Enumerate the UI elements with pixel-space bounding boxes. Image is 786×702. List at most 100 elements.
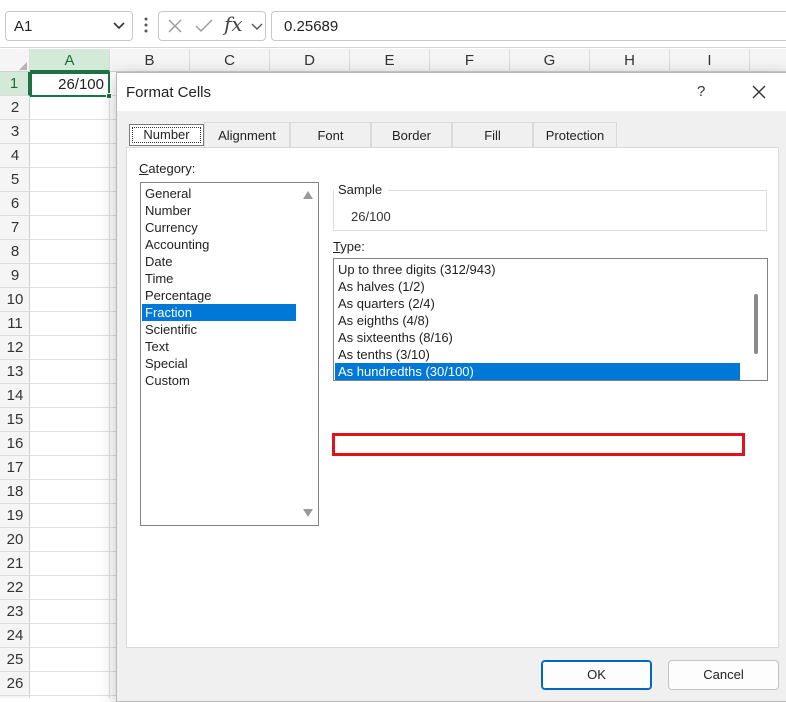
row-header-16[interactable]: 16 <box>0 432 30 456</box>
scroll-down-icon[interactable] <box>303 509 313 517</box>
column-header-a[interactable]: A <box>30 49 110 72</box>
category-item-special[interactable]: Special <box>142 355 296 372</box>
row-header-15[interactable]: 15 <box>0 408 30 432</box>
row-header-24[interactable]: 24 <box>0 624 30 648</box>
tab-alignment[interactable]: Alignment <box>204 122 290 148</box>
type-scrollbar[interactable] <box>747 259 767 380</box>
category-item-scientific[interactable]: Scientific <box>142 321 296 338</box>
category-item-accounting[interactable]: Accounting <box>142 236 296 253</box>
highlight-annotation-box <box>332 433 745 456</box>
formula-bar: A1 fx 0.25689 <box>0 0 786 48</box>
row-header-18[interactable]: 18 <box>0 480 30 504</box>
formula-value: 0.25689 <box>284 18 339 35</box>
category-scrollbar[interactable] <box>298 183 318 525</box>
tab-fill[interactable]: Fill <box>452 122 533 148</box>
type-item[interactable]: As quarters (2/4) <box>335 295 740 312</box>
type-item[interactable]: Up to three digits (312/943) <box>335 261 740 278</box>
tab-font[interactable]: Font <box>290 122 371 148</box>
row-header-26[interactable]: 26 <box>0 672 30 696</box>
name-box[interactable]: A1 <box>5 11 133 41</box>
fill-handle[interactable] <box>106 93 112 99</box>
type-item[interactable]: As halves (1/2) <box>335 278 740 295</box>
more-options-icon[interactable] <box>143 15 149 35</box>
select-all-corner[interactable] <box>0 49 30 72</box>
row-header-2[interactable]: 2 <box>0 96 30 120</box>
row-header-7[interactable]: 7 <box>0 216 30 240</box>
category-label-text: ategory: <box>148 161 196 176</box>
tab-border[interactable]: Border <box>371 122 452 148</box>
row-header-8[interactable]: 8 <box>0 240 30 264</box>
select-all-triangle-icon <box>19 62 27 70</box>
ok-button[interactable]: OK <box>541 660 652 690</box>
row-header-23[interactable]: 23 <box>0 600 30 624</box>
cell-a1[interactable]: 26/100 <box>30 72 112 99</box>
row-header-22[interactable]: 22 <box>0 576 30 600</box>
column-header-h[interactable]: H <box>590 49 670 72</box>
row-header-9[interactable]: 9 <box>0 264 30 288</box>
cancel-entry-icon[interactable] <box>167 18 183 34</box>
column-header-g[interactable]: G <box>510 49 590 72</box>
sample-value: 26/100 <box>351 209 391 224</box>
number-tab-panel: Category: General Number Currency Accountin… <box>126 147 779 648</box>
row-header-1[interactable]: 1 <box>0 72 30 96</box>
insert-function-icon[interactable]: fx <box>224 12 243 36</box>
format-cells-dialog: Format Cells ? Number Alignment Font Border… <box>116 72 786 702</box>
category-item-general[interactable]: General <box>142 185 296 202</box>
category-label-access-key: C <box>139 161 149 176</box>
confirm-entry-icon[interactable] <box>195 18 213 34</box>
cancel-button[interactable]: Cancel <box>668 660 779 690</box>
type-item[interactable]: As hundredths (30/100) <box>335 363 740 380</box>
type-item[interactable]: As sixteenths (8/16) <box>335 329 740 346</box>
row-header-21[interactable]: 21 <box>0 552 30 576</box>
tab-protection[interactable]: Protection <box>533 122 617 148</box>
category-item-percentage[interactable]: Percentage <box>142 287 296 304</box>
row-header-11[interactable]: 11 <box>0 312 30 336</box>
category-item-currency[interactable]: Currency <box>142 219 296 236</box>
row-header-10[interactable]: 10 <box>0 288 30 312</box>
column-header-e[interactable]: E <box>350 49 430 72</box>
type-list[interactable]: Up to three digits (312/943) As halves (1… <box>333 258 768 381</box>
row-header-4[interactable]: 4 <box>0 144 30 168</box>
column-header-i[interactable]: I <box>670 49 750 72</box>
type-label-text: ype: <box>340 239 365 254</box>
type-scroll-thumb[interactable] <box>754 294 758 354</box>
category-item-number[interactable]: Number <box>142 202 296 219</box>
row-header-3[interactable]: 3 <box>0 120 30 144</box>
category-item-time[interactable]: Time <box>142 270 296 287</box>
row-header-5[interactable]: 5 <box>0 168 30 192</box>
row-header-19[interactable]: 19 <box>0 504 30 528</box>
sample-label: Sample <box>334 182 389 197</box>
help-button[interactable]: ? <box>697 83 705 100</box>
category-item-text[interactable]: Text <box>142 338 296 355</box>
row-headers: 1 2 3 4 5 6 7 8 9 10 11 12 13 14 15 16 17 18 19 20 21 22 23 24 2… <box>0 72 30 698</box>
dialog-title-bar[interactable]: Format Cells ? <box>117 73 786 111</box>
type-item[interactable]: As tenths (3/10) <box>335 346 740 363</box>
column-header-c[interactable]: C <box>190 49 270 72</box>
name-box-value: A1 <box>14 18 33 35</box>
dialog-title: Format Cells <box>126 84 212 101</box>
row-header-14[interactable]: 14 <box>0 384 30 408</box>
column-header-d[interactable]: D <box>270 49 350 72</box>
row-header-25[interactable]: 25 <box>0 648 30 672</box>
category-item-fraction[interactable]: Fraction <box>142 304 296 321</box>
close-icon[interactable] <box>751 84 767 100</box>
row-header-13[interactable]: 13 <box>0 360 30 384</box>
sample-group <box>333 190 767 231</box>
chevron-down-icon[interactable] <box>251 20 263 32</box>
tab-number[interactable]: Number <box>129 124 204 146</box>
scroll-up-icon[interactable] <box>303 191 313 199</box>
column-header-b[interactable]: B <box>110 49 190 72</box>
row-header-20[interactable]: 20 <box>0 528 30 552</box>
category-list[interactable]: General Number Currency Accounting Date Time P… <box>140 182 319 526</box>
cell-a1-value: 26/100 <box>58 76 104 93</box>
type-item[interactable]: As eighths (4/8) <box>335 312 740 329</box>
column-header-f[interactable]: F <box>430 49 510 72</box>
formula-input[interactable]: 0.25689 <box>271 11 786 41</box>
chevron-down-icon[interactable] <box>112 18 126 32</box>
row-header-6[interactable]: 6 <box>0 192 30 216</box>
row-header-17[interactable]: 17 <box>0 456 30 480</box>
column-headers: ABCDEFGHI <box>0 49 786 72</box>
row-header-12[interactable]: 12 <box>0 336 30 360</box>
category-item-custom[interactable]: Custom <box>142 372 296 389</box>
category-item-date[interactable]: Date <box>142 253 296 270</box>
